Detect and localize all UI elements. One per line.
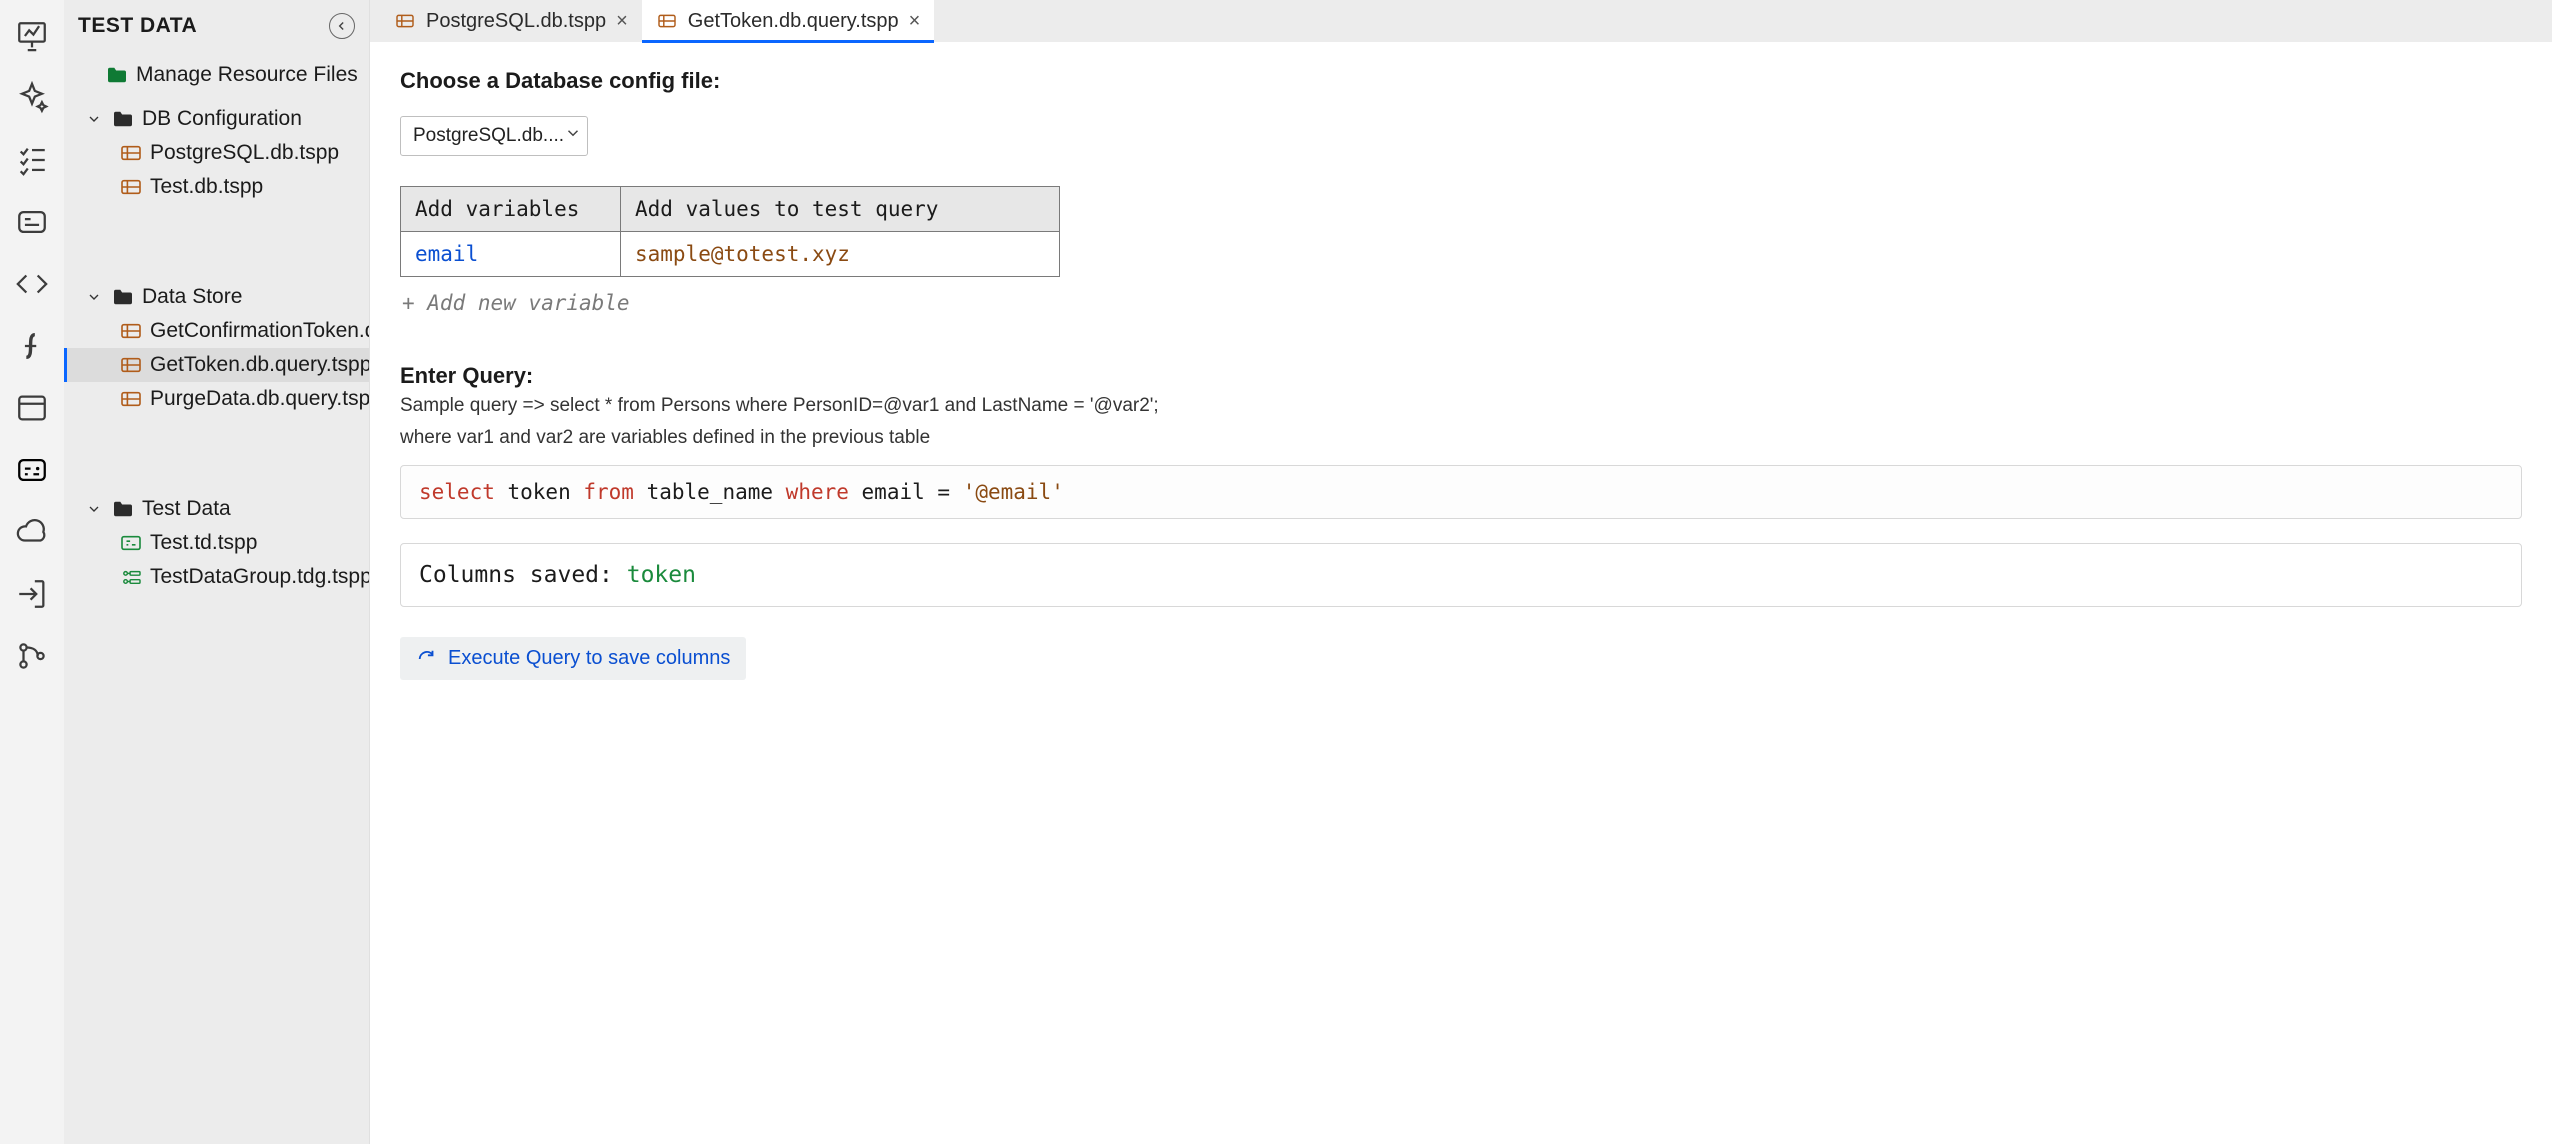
- query-table: table_name: [634, 480, 786, 504]
- query-token: token: [495, 480, 584, 504]
- tree-item-purgedata[interactable]: PurgeData.db.query.tspp: [64, 382, 369, 416]
- manage-label: Manage Resource Files: [136, 63, 358, 87]
- close-icon[interactable]: ×: [909, 10, 921, 33]
- activity-code-icon[interactable]: [8, 260, 56, 308]
- tree-item-testdatagroup[interactable]: TestDataGroup.tdg.tspp: [64, 560, 369, 594]
- tree-item-gettoken[interactable]: GetToken.db.query.tspp: [64, 348, 369, 382]
- td-file-icon: [120, 534, 142, 552]
- tree-item-label: PostgreSQL.db.tspp: [150, 141, 339, 165]
- choose-db-title: Choose a Database config file:: [400, 68, 2522, 94]
- activity-testdata-icon[interactable]: [8, 446, 56, 494]
- tree-item-testtd[interactable]: Test.td.tspp: [64, 526, 369, 560]
- tab-postgresql[interactable]: PostgreSQL.db.tspp ×: [380, 0, 642, 42]
- vars-header-key: Add variables: [401, 187, 621, 232]
- tree-item-label: Test.td.tspp: [150, 531, 257, 555]
- folder-icon: [112, 500, 134, 518]
- folder-icon: [112, 110, 134, 128]
- tree-item-getconfirmationtoken[interactable]: GetConfirmationToken.db.que: [64, 314, 369, 348]
- chevron-down-icon: [84, 287, 104, 307]
- activity-cloud-icon[interactable]: [8, 508, 56, 556]
- activity-form-icon[interactable]: [8, 198, 56, 246]
- section-db-configuration[interactable]: DB Configuration: [64, 102, 369, 136]
- tab-bar: PostgreSQL.db.tspp × GetToken.db.query.t…: [370, 0, 2552, 42]
- db-file-icon: [656, 12, 678, 30]
- tab-label: GetToken.db.query.tspp: [688, 10, 899, 33]
- chevron-down-icon: [84, 109, 104, 129]
- sample-query-line2: where var1 and var2 are variables define…: [400, 427, 2522, 449]
- query-rest: email =: [849, 480, 963, 504]
- columns-saved-value: token: [627, 562, 696, 588]
- enter-query-title: Enter Query:: [400, 363, 2522, 389]
- section-data-store[interactable]: Data Store: [64, 280, 369, 314]
- tree-item-postgresql[interactable]: PostgreSQL.db.tspp: [64, 136, 369, 170]
- side-panel: TEST DATA Manage Resource Files DB Confi…: [64, 0, 370, 1144]
- var-key-cell[interactable]: email: [401, 232, 621, 277]
- activity-bar: [0, 0, 64, 1144]
- tree-item-label: GetConfirmationToken.db.que: [150, 319, 369, 343]
- activity-checklist-icon[interactable]: [8, 136, 56, 184]
- add-variable-button[interactable]: + Add new variable: [402, 291, 630, 315]
- activity-git-icon[interactable]: [8, 632, 56, 680]
- db-select-value: PostgreSQL.db....: [413, 125, 564, 147]
- tab-gettoken[interactable]: GetToken.db.query.tspp ×: [642, 0, 935, 42]
- chevron-down-icon: [564, 124, 582, 148]
- execute-query-button[interactable]: Execute Query to save columns: [400, 637, 746, 680]
- activity-presentation-icon[interactable]: [8, 12, 56, 60]
- kw-from: from: [583, 480, 634, 504]
- close-icon[interactable]: ×: [616, 10, 628, 33]
- tree-item-label: TestDataGroup.tdg.tspp: [150, 565, 369, 589]
- resource-tree: Manage Resource Files DB Configuration P…: [64, 52, 369, 594]
- db-file-icon: [394, 12, 416, 30]
- sample-query-line1: Sample query => select * from Persons wh…: [400, 395, 2522, 417]
- folder-icon: [106, 66, 128, 84]
- editor-area: PostgreSQL.db.tspp × GetToken.db.query.t…: [370, 0, 2552, 1144]
- db-file-icon: [120, 322, 142, 340]
- kw-where: where: [786, 480, 849, 504]
- activity-function-icon[interactable]: [8, 322, 56, 370]
- tree-item-label: PurgeData.db.query.tspp: [150, 387, 369, 411]
- chevron-down-icon: [84, 499, 104, 519]
- editor-body: Choose a Database config file: PostgreSQ…: [370, 42, 2552, 1144]
- section-label: Data Store: [142, 285, 242, 309]
- vars-header-val: Add values to test query: [621, 187, 1060, 232]
- activity-window-icon[interactable]: [8, 384, 56, 432]
- db-file-icon: [120, 144, 142, 162]
- refresh-icon: [416, 648, 438, 670]
- db-file-icon: [120, 178, 142, 196]
- side-panel-title: TEST DATA: [78, 14, 197, 38]
- folder-icon: [112, 288, 134, 306]
- columns-saved-box: Columns saved: token: [400, 543, 2522, 607]
- db-config-select[interactable]: PostgreSQL.db....: [400, 116, 588, 156]
- db-file-icon: [120, 390, 142, 408]
- kw-select: select: [419, 480, 495, 504]
- tree-item-testdb[interactable]: Test.db.tspp: [64, 170, 369, 204]
- activity-import-icon[interactable]: [8, 570, 56, 618]
- manage-resource-files[interactable]: Manage Resource Files: [64, 58, 369, 92]
- columns-saved-label: Columns saved:: [419, 562, 627, 588]
- tdg-file-icon: [120, 568, 142, 586]
- collapse-panel-icon[interactable]: [329, 13, 355, 39]
- tree-item-label: GetToken.db.query.tspp: [150, 353, 369, 377]
- tab-label: PostgreSQL.db.tspp: [426, 10, 606, 33]
- query-string: '@email': [963, 480, 1064, 504]
- variables-table: Add variables Add values to test query e…: [400, 186, 1060, 277]
- section-label: Test Data: [142, 497, 231, 521]
- db-file-icon: [120, 356, 142, 374]
- execute-query-label: Execute Query to save columns: [448, 647, 730, 670]
- query-input[interactable]: select token from table_name where email…: [400, 465, 2522, 519]
- var-val-cell[interactable]: sample@totest.xyz: [621, 232, 1060, 277]
- section-label: DB Configuration: [142, 107, 302, 131]
- activity-spark-icon[interactable]: [8, 74, 56, 122]
- section-test-data[interactable]: Test Data: [64, 492, 369, 526]
- table-row[interactable]: email sample@totest.xyz: [401, 232, 1060, 277]
- tree-item-label: Test.db.tspp: [150, 175, 263, 199]
- side-panel-header: TEST DATA: [64, 0, 369, 52]
